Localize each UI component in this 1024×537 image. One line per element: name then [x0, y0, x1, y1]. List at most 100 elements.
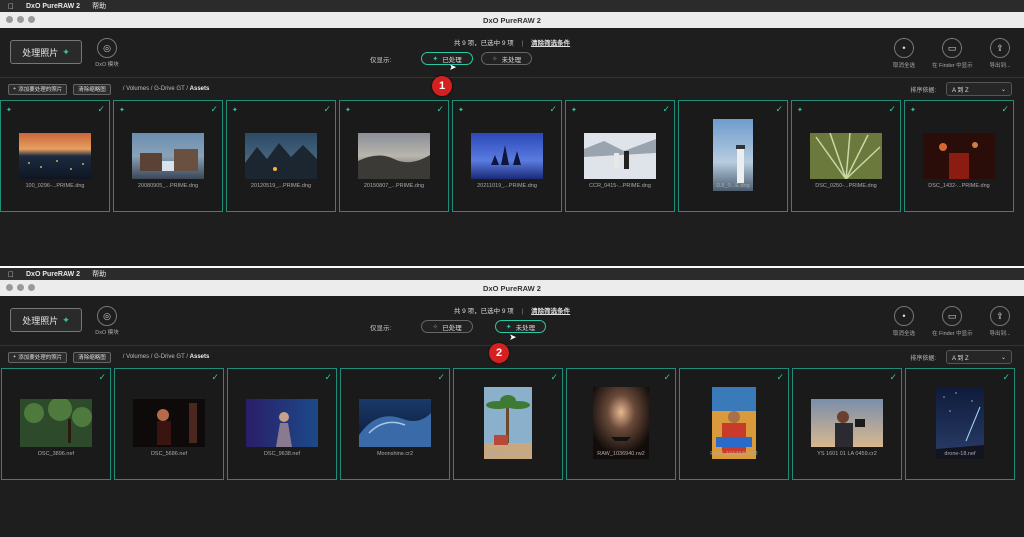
filter-unprocessed-pill[interactable]: ✧ 未处理	[480, 52, 533, 65]
add-photos-label: 添加要处理的照片	[18, 355, 63, 361]
photo-thumbnail	[712, 387, 756, 459]
checkmark-icon[interactable]: ✓	[662, 104, 670, 115]
sort-label: 排序依据:	[910, 87, 936, 94]
checkmark-icon[interactable]: ✓	[211, 372, 219, 383]
thumbnail-card[interactable]: ✦ ✓ 20211019_...PRIME.dng	[452, 100, 562, 212]
thumbnail-card[interactable]: ✓ DSC_9638.nef	[227, 368, 337, 480]
file-name: DSC_3896.nef	[37, 451, 75, 457]
checkmark-icon[interactable]: ✓	[1001, 104, 1009, 115]
thumbnail-card[interactable]: ✦ ✓ 20120519_...PRIME.dng	[226, 100, 336, 212]
add-photos-button[interactable]: + 添加要处理的照片	[8, 351, 68, 363]
thumbnail-card[interactable]: ✓ YS 1601 01 LA 0459.cr2	[792, 368, 902, 480]
menu-app-name[interactable]: DxO PureRAW 2	[26, 271, 80, 278]
clear-thumbnails-button[interactable]: 清除缩略图	[73, 83, 111, 95]
checkmark-icon[interactable]: ✓	[98, 372, 106, 383]
thumbnail-card[interactable]: ✓ RAWHai...90.nef	[453, 368, 563, 480]
checkmark-icon[interactable]: ✓	[1002, 372, 1010, 383]
filter-processed-pill[interactable]: ✧ 已处理	[421, 320, 473, 333]
checkmark-icon[interactable]: ✓	[437, 372, 445, 383]
checkmark-icon[interactable]: ✓	[97, 104, 105, 115]
photo-thumbnail	[936, 387, 984, 459]
show-in-finder-button[interactable]: ▭ 在 Finder 中显示	[932, 306, 973, 337]
photo-thumbnail	[584, 133, 656, 179]
sparkle-icon: ✦	[432, 55, 439, 63]
thumbnail-card[interactable]: ✦ ✓ CCR_0415-...PRIME.dng	[565, 100, 675, 212]
thumbnail-card[interactable]: ✓ DJI_0...E.dng	[678, 100, 788, 212]
checkmark-icon[interactable]: ✓	[775, 104, 783, 115]
menu-help[interactable]: 帮助	[92, 1, 106, 11]
menu-bar:  DxO PureRAW 2 帮助	[0, 268, 1024, 280]
dot-icon: •	[894, 306, 914, 326]
screenshot-panel-1:  DxO PureRAW 2 帮助 DxO PureRAW 2 处理照片 ✦ …	[0, 0, 1024, 266]
minimize-window-icon[interactable]	[17, 284, 24, 291]
menu-help[interactable]: 帮助	[92, 269, 106, 279]
plus-icon: +	[13, 86, 17, 92]
processed-sparkle-icon: ✦	[571, 107, 577, 114]
filter-processed-pill[interactable]: ✦ 已处理	[421, 52, 473, 65]
checkmark-icon[interactable]: ✓	[436, 104, 444, 115]
breadcrumb-path[interactable]: / Volumes / G-Drive GT /	[123, 86, 190, 92]
sort-select[interactable]: A 到 Z ⌄	[946, 82, 1012, 96]
thumbnail-card[interactable]: ✦ ✓ DSC_0250-...PRIME.dng	[791, 100, 901, 212]
share-icon: ⇪	[990, 38, 1010, 58]
checkmark-icon[interactable]: ✓	[323, 104, 331, 115]
checkmark-icon[interactable]: ✓	[776, 372, 784, 383]
checkmark-icon[interactable]: ✓	[549, 104, 557, 115]
dxo-module-label: DxO 模块	[95, 62, 119, 68]
apple-icon[interactable]: 	[8, 2, 14, 11]
checkmark-icon[interactable]: ✓	[210, 104, 218, 115]
processed-sparkle-icon: ✦	[119, 107, 125, 114]
zoom-window-icon[interactable]	[28, 284, 35, 291]
export-button[interactable]: ⇪ 导出到...	[980, 306, 1020, 337]
sort-select[interactable]: A 到 Z ⌄	[946, 350, 1012, 364]
show-in-finder-button[interactable]: ▭ 在 Finder 中显示	[932, 38, 973, 69]
window-title: DxO PureRAW 2	[483, 283, 541, 293]
checkmark-icon[interactable]: ✓	[888, 104, 896, 115]
close-window-icon[interactable]	[6, 284, 13, 291]
export-label: 导出到...	[989, 331, 1011, 337]
folder-icon: ▭	[942, 38, 962, 58]
thumbnail-card[interactable]: ✦ ✓ DSC_1432-...PRIME.dng	[904, 100, 1014, 212]
apple-icon[interactable]: 	[8, 270, 14, 279]
clear-filter-link[interactable]: 清除筛选条件	[531, 308, 570, 315]
breadcrumb: / Volumes / G-Drive GT / Assets	[123, 86, 210, 92]
checkmark-icon[interactable]: ✓	[550, 372, 558, 383]
file-name: RAW_1036940.rw2	[597, 451, 645, 457]
menu-bar:  DxO PureRAW 2 帮助	[0, 0, 1024, 12]
deselect-all-button[interactable]: • 取消全选	[884, 38, 924, 69]
mouse-pointer-icon: ➤	[449, 62, 457, 72]
thumbnail-card[interactable]: ✓ Moonshine.cr2	[340, 368, 450, 480]
minimize-window-icon[interactable]	[17, 16, 24, 23]
export-button[interactable]: ⇪ 导出到...	[980, 38, 1020, 69]
menu-app-name[interactable]: DxO PureRAW 2	[26, 3, 80, 10]
thumbnail-card[interactable]: ✦ ✓ 20150807_...PRIME.dng	[339, 100, 449, 212]
thumbnail-card[interactable]: ✓ DSC_3896.nef	[1, 368, 111, 480]
thumbnail-card[interactable]: ✓ RAW_1044346.rw2	[679, 368, 789, 480]
thumbnail-card[interactable]: ✦ ✓ 100_0296-...PRIME.dng	[0, 100, 110, 212]
checkmark-icon[interactable]: ✓	[663, 372, 671, 383]
plus-icon: +	[13, 354, 17, 360]
photo-thumbnail	[593, 387, 649, 459]
add-photos-button[interactable]: + 添加要处理的照片	[8, 83, 68, 95]
sparkle-outline-icon: ✧	[491, 55, 498, 63]
clear-filter-link[interactable]: 清除筛选条件	[531, 40, 570, 47]
checkmark-icon[interactable]: ✓	[324, 372, 332, 383]
selection-summary: 共 9 项，已选中 9 项 | 清除筛选条件	[0, 37, 1024, 47]
filter-unprocessed-pill[interactable]: ✦ 未处理	[494, 320, 547, 333]
photo-thumbnail	[245, 133, 317, 179]
thumbnail-card[interactable]: ✓ drone-18.nef	[905, 368, 1015, 480]
photo-thumbnail	[19, 133, 91, 179]
breadcrumb-path[interactable]: / Volumes / G-Drive GT /	[123, 354, 190, 360]
zoom-window-icon[interactable]	[28, 16, 35, 23]
thumbnail-card[interactable]: ✓ RAW_1036940.rw2	[566, 368, 676, 480]
thumbnail-card[interactable]: ✓ DSC_5686.nef	[114, 368, 224, 480]
deselect-all-button[interactable]: • 取消全选	[884, 306, 924, 337]
show-in-finder-label: 在 Finder 中显示	[932, 331, 973, 337]
checkmark-icon[interactable]: ✓	[889, 372, 897, 383]
clear-thumbnails-button[interactable]: 清除缩略图	[73, 351, 111, 363]
close-window-icon[interactable]	[6, 16, 13, 23]
sub-toolbar: + 添加要处理的照片 清除缩略图 / Volumes / G-Drive GT …	[0, 78, 1024, 100]
processed-sparkle-icon: ✦	[797, 107, 803, 114]
thumbnail-card[interactable]: ✦ ✓ 20080905_...PRIME.dng	[113, 100, 223, 212]
photo-thumbnail	[811, 399, 883, 447]
